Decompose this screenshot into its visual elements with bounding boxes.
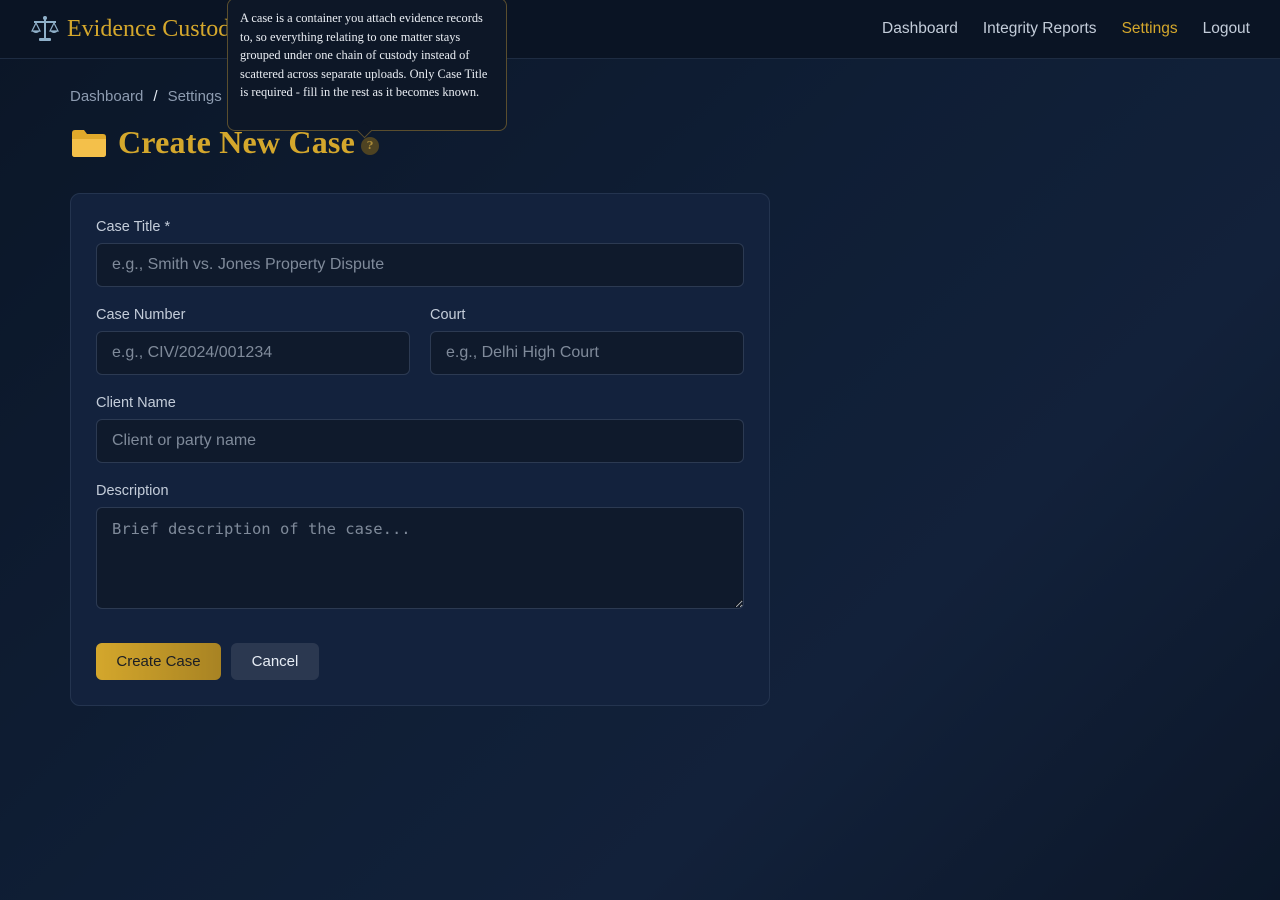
breadcrumb-settings[interactable]: Settings [168,88,222,105]
help-tooltip: A case is a container you attach evidenc… [227,0,507,131]
folder-icon [70,127,108,159]
breadcrumb-dashboard[interactable]: Dashboard [70,88,143,105]
nav-settings[interactable]: Settings [1122,20,1178,38]
description-label: Description [96,483,169,499]
client-name-input[interactable] [96,419,744,463]
case-title-input[interactable] [96,243,744,287]
create-case-button[interactable]: Create Case [96,643,221,680]
help-icon[interactable]: ? [360,136,379,155]
nav-integrity-reports[interactable]: Integrity Reports [983,20,1097,38]
case-title-label: Case Title * [96,219,171,235]
court-label: Court [430,307,466,323]
client-name-label: Client Name [96,395,176,411]
main-nav: Dashboard Integrity Reports Settings Log… [882,20,1250,38]
top-navbar: Evidence Custody Dashboard Integrity Rep… [0,0,1280,59]
create-case-form: Case Title * Case Number Court Client Na… [70,193,770,706]
court-input[interactable] [430,331,744,375]
brand-title: Evidence Custody [67,15,243,42]
case-number-input[interactable] [96,331,410,375]
breadcrumb-separator: / [153,88,158,105]
breadcrumb: Dashboard / Settings [70,88,222,105]
nav-logout[interactable]: Logout [1203,20,1250,38]
case-number-label: Case Number [96,307,186,323]
scales-icon [30,14,60,44]
cancel-button[interactable]: Cancel [231,643,319,680]
nav-dashboard[interactable]: Dashboard [882,20,958,38]
brand[interactable]: Evidence Custody [30,14,242,44]
description-textarea[interactable] [96,507,744,609]
